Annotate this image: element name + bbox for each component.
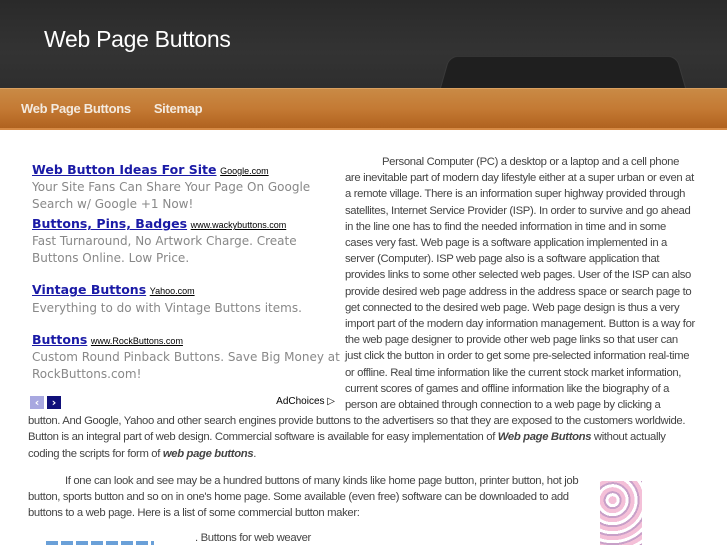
bold-text: web page buttons [162,447,254,460]
ad-title[interactable]: Vintage Buttons [32,282,146,297]
nav-sitemap[interactable]: Sitemap [154,101,203,116]
nav-home[interactable]: Web Page Buttons [21,101,131,116]
ad-desc: Custom Round Pinback Buttons. Save Big M… [32,349,340,381]
ad-pager: ‹ › [30,396,61,409]
prev-arrow-icon[interactable]: ‹ [30,396,44,409]
ad-block: Web Button Ideas For Site Google.com You… [28,154,340,412]
article-paragraph: If one can look and see may be a hundred… [28,474,579,520]
ad-title[interactable]: Web Button Ideas For Site [32,162,217,177]
ad-url[interactable]: Yahoo.com [150,286,195,296]
ad-item[interactable]: Buttons www.RockButtons.com Custom Round… [32,332,340,383]
ad-url[interactable]: www.RockButtons.com [91,336,183,346]
ad-title[interactable]: Buttons, Pins, Badges [32,216,187,231]
adchoices-link[interactable]: AdChoices ▷ [276,394,335,410]
text: . [253,447,257,460]
header-tab [440,55,686,88]
ad-desc: Fast Turnaround, No Artwork Charge. Crea… [32,234,297,266]
main-nav: Web Page Buttons Sitemap [0,88,727,130]
buttons-sample-image [46,541,154,545]
ad-url[interactable]: www.wackybuttons.com [191,220,287,230]
bold-text: Web page Buttons [497,431,592,444]
ad-item[interactable]: Web Button Ideas For Site Google.com You… [32,162,340,213]
ad-url[interactable]: Google.com [220,166,269,176]
ad-desc: Your Site Fans Can Share Your Page On Go… [32,180,311,212]
article: Web Button Ideas For Site Google.com You… [28,154,695,521]
site-title[interactable]: Web Page Buttons [44,26,231,53]
site-header: Web Page Buttons [0,0,727,88]
ad-item[interactable]: Vintage Buttons Yahoo.com Everything to … [32,282,340,316]
list-item: . Buttons for web weaver [195,532,311,544]
ad-desc: Everything to do with Vintage Buttons it… [32,300,302,315]
buttons-thumbnail-image [600,481,642,545]
ad-title[interactable]: Buttons [32,332,87,347]
next-arrow-icon[interactable]: › [47,396,61,409]
ad-item[interactable]: Buttons, Pins, Badges www.wackybuttons.c… [32,216,340,267]
